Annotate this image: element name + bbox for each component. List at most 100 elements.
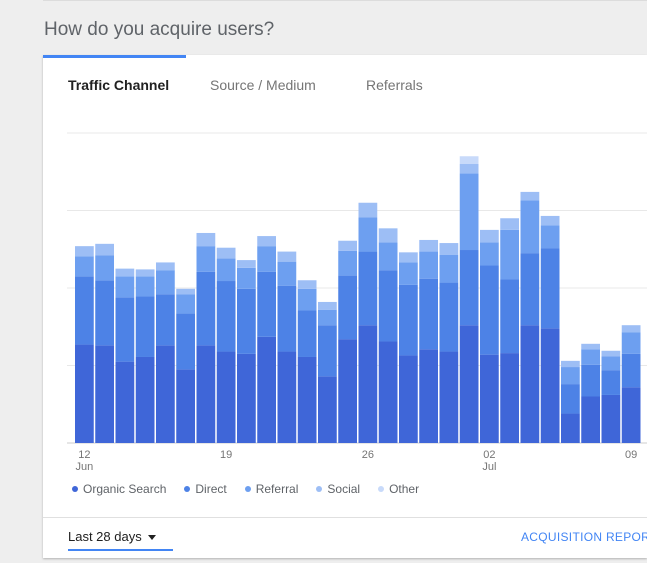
bar-referral[interactable] [257,246,276,272]
bar-direct[interactable] [581,364,600,397]
bar-referral[interactable] [156,270,175,295]
bar-direct[interactable] [358,251,378,326]
bar-social[interactable] [439,243,459,255]
bar-organic-search[interactable] [115,361,135,444]
bar-direct[interactable] [196,271,216,346]
bar-organic-search[interactable] [338,339,357,443]
bar-referral[interactable] [216,258,236,282]
bar-referral[interactable] [358,217,378,252]
bar-direct[interactable] [237,288,256,354]
bar-direct[interactable] [257,271,276,337]
bar-other[interactable] [459,156,479,164]
bar-organic-search[interactable] [439,351,459,443]
bar-social[interactable] [115,268,135,277]
bar-referral[interactable] [601,356,621,371]
bar-referral[interactable] [561,367,580,385]
bar-referral[interactable] [95,255,114,281]
bar-organic-search[interactable] [95,345,114,443]
bar-social[interactable] [318,301,337,310]
bar-organic-search[interactable] [156,345,175,443]
bar-social[interactable] [297,280,317,289]
bar-referral[interactable] [277,261,297,286]
bar-referral[interactable] [459,173,479,251]
bar-direct[interactable] [338,275,357,340]
bar-organic-search[interactable] [358,325,378,443]
bar-referral[interactable] [520,200,540,254]
bar-organic-search[interactable] [257,336,276,443]
bar-direct[interactable] [459,250,479,326]
bar-organic-search[interactable] [318,376,337,443]
bar-organic-search[interactable] [176,369,195,444]
bar-social[interactable] [176,288,195,295]
bar-social[interactable] [459,164,479,174]
bar-referral[interactable] [338,250,357,276]
bar-organic-search[interactable] [621,387,641,443]
bar-organic-search[interactable] [196,345,216,443]
bar-organic-search[interactable] [581,396,600,444]
bar-organic-search[interactable] [277,351,297,443]
bar-referral[interactable] [500,229,519,280]
bar-direct[interactable] [75,276,94,345]
bar-referral[interactable] [581,349,600,365]
bar-referral[interactable] [378,242,398,271]
bar-referral[interactable] [237,267,256,289]
bar-organic-search[interactable] [601,394,621,443]
bar-referral[interactable] [399,262,418,285]
bar-referral[interactable] [439,254,459,283]
bar-direct[interactable] [135,296,155,357]
bar-direct[interactable] [95,280,114,346]
bar-social[interactable] [419,239,438,252]
acquisition-report-link[interactable]: ACQUISITION REPORT [521,530,647,544]
bar-social[interactable] [75,246,94,257]
bar-social[interactable] [561,360,580,368]
date-range-dropdown[interactable]: Last 28 days [68,529,173,551]
bar-organic-search[interactable] [540,328,560,443]
bar-social[interactable] [621,325,641,333]
bar-organic-search[interactable] [75,344,94,443]
bar-direct[interactable] [439,282,459,352]
bar-social[interactable] [378,228,398,243]
bar-referral[interactable] [135,276,155,297]
bar-organic-search[interactable] [399,355,418,443]
bar-social[interactable] [216,247,236,259]
bar-organic-search[interactable] [135,356,155,444]
bar-direct[interactable] [561,384,580,414]
bar-direct[interactable] [115,297,135,362]
bar-social[interactable] [156,262,175,271]
bar-social[interactable] [135,269,155,277]
bar-referral[interactable] [176,294,195,314]
bar-referral[interactable] [196,246,216,272]
bar-social[interactable] [540,215,560,226]
bar-organic-search[interactable] [520,325,540,443]
bar-referral[interactable] [480,242,499,266]
bar-direct[interactable] [520,253,540,326]
bar-referral[interactable] [297,288,317,311]
bar-social[interactable] [257,236,276,247]
bar-direct[interactable] [378,270,398,342]
bar-direct[interactable] [601,370,621,395]
bar-direct[interactable] [216,281,236,352]
bar-organic-search[interactable] [237,353,256,444]
bar-organic-search[interactable] [561,413,580,443]
bar-direct[interactable] [480,265,499,355]
bar-social[interactable] [237,260,256,268]
bar-social[interactable] [196,232,216,247]
bar-direct[interactable] [621,353,641,388]
bar-direct[interactable] [419,278,438,350]
bar-social[interactable] [358,202,378,218]
bar-referral[interactable] [75,256,94,277]
bar-social[interactable] [601,350,621,357]
bar-direct[interactable] [277,285,297,352]
bar-social[interactable] [399,252,418,263]
bar-organic-search[interactable] [216,351,236,443]
bar-direct[interactable] [500,279,519,354]
bar-organic-search[interactable] [378,341,398,444]
bar-referral[interactable] [419,251,438,279]
bar-referral[interactable] [318,309,337,326]
bar-social[interactable] [338,240,357,251]
bar-referral[interactable] [621,332,641,354]
bar-direct[interactable] [318,325,337,377]
bar-social[interactable] [500,218,519,230]
bar-organic-search[interactable] [419,349,438,443]
bar-organic-search[interactable] [297,356,317,444]
